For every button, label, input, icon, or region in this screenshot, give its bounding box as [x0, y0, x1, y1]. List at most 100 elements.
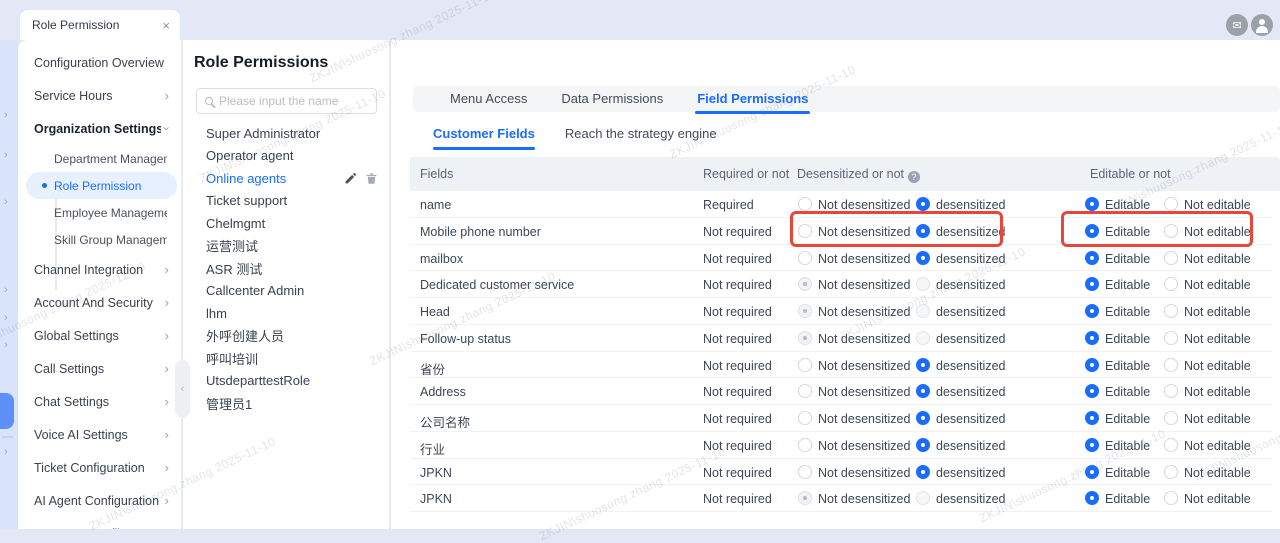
radio-editable[interactable] [1085, 491, 1099, 505]
radio-editable[interactable] [1085, 411, 1099, 425]
not-editable-label: Not editable [1184, 278, 1251, 292]
radio-editable[interactable] [1085, 465, 1099, 479]
radio-editable[interactable] [1085, 358, 1099, 372]
radio-not-editable[interactable] [1164, 304, 1178, 318]
search-input[interactable] [219, 94, 359, 108]
radio-desensitized[interactable] [916, 411, 930, 425]
radio-not-editable[interactable] [1164, 411, 1178, 425]
not-desensitized-label: Not desensitized [818, 385, 910, 399]
chevron-right-icon: › [4, 340, 8, 350]
rail-active-indicator[interactable] [0, 393, 14, 429]
sidebar-item-employee-management[interactable]: Employee Management [26, 199, 177, 226]
radio-not-desensitized[interactable] [798, 358, 812, 372]
sidebar-item-configuration-overview[interactable]: Configuration Overview [18, 46, 181, 79]
role-item-super-administrator[interactable]: Super Administrator [183, 122, 390, 145]
sidebar-item-ai-agent-configuration[interactable]: AI Agent Configuration› [18, 484, 181, 517]
radio-not-desensitized[interactable] [798, 197, 812, 211]
sidebar-item-account-and-security[interactable]: Account And Security› [18, 286, 181, 319]
radio-editable[interactable] [1085, 224, 1099, 238]
radio-not-editable[interactable] [1164, 358, 1178, 372]
radio-editable[interactable] [1085, 304, 1099, 318]
subtab-reach-the-strategy-engine[interactable]: Reach the strategy engine [565, 126, 717, 150]
role-item-chelmgmt[interactable]: Chelmgmt [183, 212, 390, 235]
sidebar-item-role-permission[interactable]: Role Permission [26, 172, 177, 199]
role-item-lhm[interactable]: lhm [183, 302, 390, 325]
not-desensitized-label: Not desensitized [818, 412, 910, 426]
radio-not-desensitized[interactable] [798, 411, 812, 425]
radio-not-editable[interactable] [1164, 251, 1178, 265]
editable-label: Editable [1105, 225, 1150, 239]
sidebar-item-organization-settings[interactable]: Organization Settings› [18, 112, 181, 145]
radio-not-editable[interactable] [1164, 331, 1178, 345]
chevron-right-icon: › [165, 394, 169, 409]
radio-desensitized[interactable] [916, 384, 930, 398]
role-item-callcenter-admin[interactable]: Callcenter Admin [183, 280, 390, 303]
sidebar-menu: Configuration OverviewService Hours›Orga… [18, 46, 181, 529]
radio-not-desensitized[interactable] [798, 465, 812, 479]
radio-desensitized[interactable] [916, 465, 930, 479]
radio-editable[interactable] [1085, 251, 1099, 265]
radio-editable[interactable] [1085, 197, 1099, 211]
role-item-呼叫培训[interactable]: 呼叫培训 [183, 347, 390, 370]
role-item-外呼创建人员[interactable]: 外呼创建人员 [183, 325, 390, 348]
role-item-utsdeparttestrole[interactable]: UtsdeparttestRole [183, 370, 390, 393]
sidebar-item-service-hours[interactable]: Service Hours› [18, 79, 181, 112]
table-row: JPKNNot requiredNot desensitizeddesensit… [410, 485, 1272, 512]
sidebar-item-channel-integration[interactable]: Channel Integration› [18, 253, 181, 286]
tab-data-permissions[interactable]: Data Permissions [561, 86, 663, 112]
radio-editable[interactable] [1085, 331, 1099, 345]
edit-role-icon[interactable] [344, 172, 357, 185]
help-icon[interactable]: ? [908, 171, 920, 183]
tab-menu-access[interactable]: Menu Access [450, 86, 527, 112]
radio-desensitized[interactable] [916, 197, 930, 211]
sidebar-item-voice-ai-settings[interactable]: Voice AI Settings› [18, 418, 181, 451]
radio-desensitized[interactable] [916, 224, 930, 238]
role-item-ticket-support[interactable]: Ticket support [183, 190, 390, 213]
desensitized-label: desensitized [936, 359, 1006, 373]
radio-not-desensitized [798, 304, 812, 318]
sidebar-collapse-handle[interactable]: ‹ [175, 360, 190, 418]
role-item-operator-agent[interactable]: Operator agent [183, 145, 390, 168]
topbar: Role Permission × ✉ [0, 0, 1280, 40]
radio-not-desensitized[interactable] [798, 224, 812, 238]
tab-field-permissions[interactable]: Field Permissions [697, 86, 808, 112]
radio-not-editable[interactable] [1164, 438, 1178, 452]
radio-desensitized [916, 331, 930, 345]
sidebar-item-customer-profile[interactable]: Customer Profile› [18, 517, 181, 529]
radio-not-editable[interactable] [1164, 277, 1178, 291]
sidebar-item-global-settings[interactable]: Global Settings› [18, 319, 181, 352]
sidebar-item-skill-group-management[interactable]: Skill Group Management [26, 226, 177, 253]
radio-desensitized[interactable] [916, 438, 930, 452]
role-item-asr-测试[interactable]: ASR 测试 [183, 257, 390, 280]
role-item-管理员1[interactable]: 管理员1 [183, 392, 390, 415]
sidebar-item-ticket-configuration[interactable]: Ticket Configuration› [18, 451, 181, 484]
radio-not-editable[interactable] [1164, 224, 1178, 238]
mail-icon[interactable]: ✉ [1226, 14, 1248, 36]
sidebar-item-chat-settings[interactable]: Chat Settings› [18, 385, 181, 418]
required-value: Not required [703, 252, 772, 266]
radio-editable[interactable] [1085, 277, 1099, 291]
delete-role-icon[interactable] [365, 172, 378, 185]
radio-desensitized[interactable] [916, 358, 930, 372]
sidebar-item-department-management[interactable]: Department Management [26, 145, 177, 172]
page-tab[interactable]: Role Permission × [20, 10, 180, 40]
tab-close-icon[interactable]: × [162, 18, 170, 33]
role-search-box[interactable] [196, 88, 377, 114]
radio-not-desensitized[interactable] [798, 251, 812, 265]
radio-not-editable[interactable] [1164, 465, 1178, 479]
radio-not-editable[interactable] [1164, 491, 1178, 505]
role-item-online-agents[interactable]: Online agents [183, 167, 390, 190]
radio-editable[interactable] [1085, 438, 1099, 452]
radio-desensitized[interactable] [916, 251, 930, 265]
radio-not-desensitized[interactable] [798, 438, 812, 452]
editable-label: Editable [1105, 198, 1150, 212]
chevron-right-icon: › [4, 150, 8, 160]
avatar-icon[interactable] [1251, 14, 1273, 36]
radio-not-editable[interactable] [1164, 384, 1178, 398]
sidebar-item-call-settings[interactable]: Call Settings› [18, 352, 181, 385]
subtab-customer-fields[interactable]: Customer Fields [433, 126, 535, 150]
radio-not-desensitized[interactable] [798, 384, 812, 398]
radio-editable[interactable] [1085, 384, 1099, 398]
role-item-运营测试[interactable]: 运营测试 [183, 235, 390, 258]
radio-not-editable[interactable] [1164, 197, 1178, 211]
